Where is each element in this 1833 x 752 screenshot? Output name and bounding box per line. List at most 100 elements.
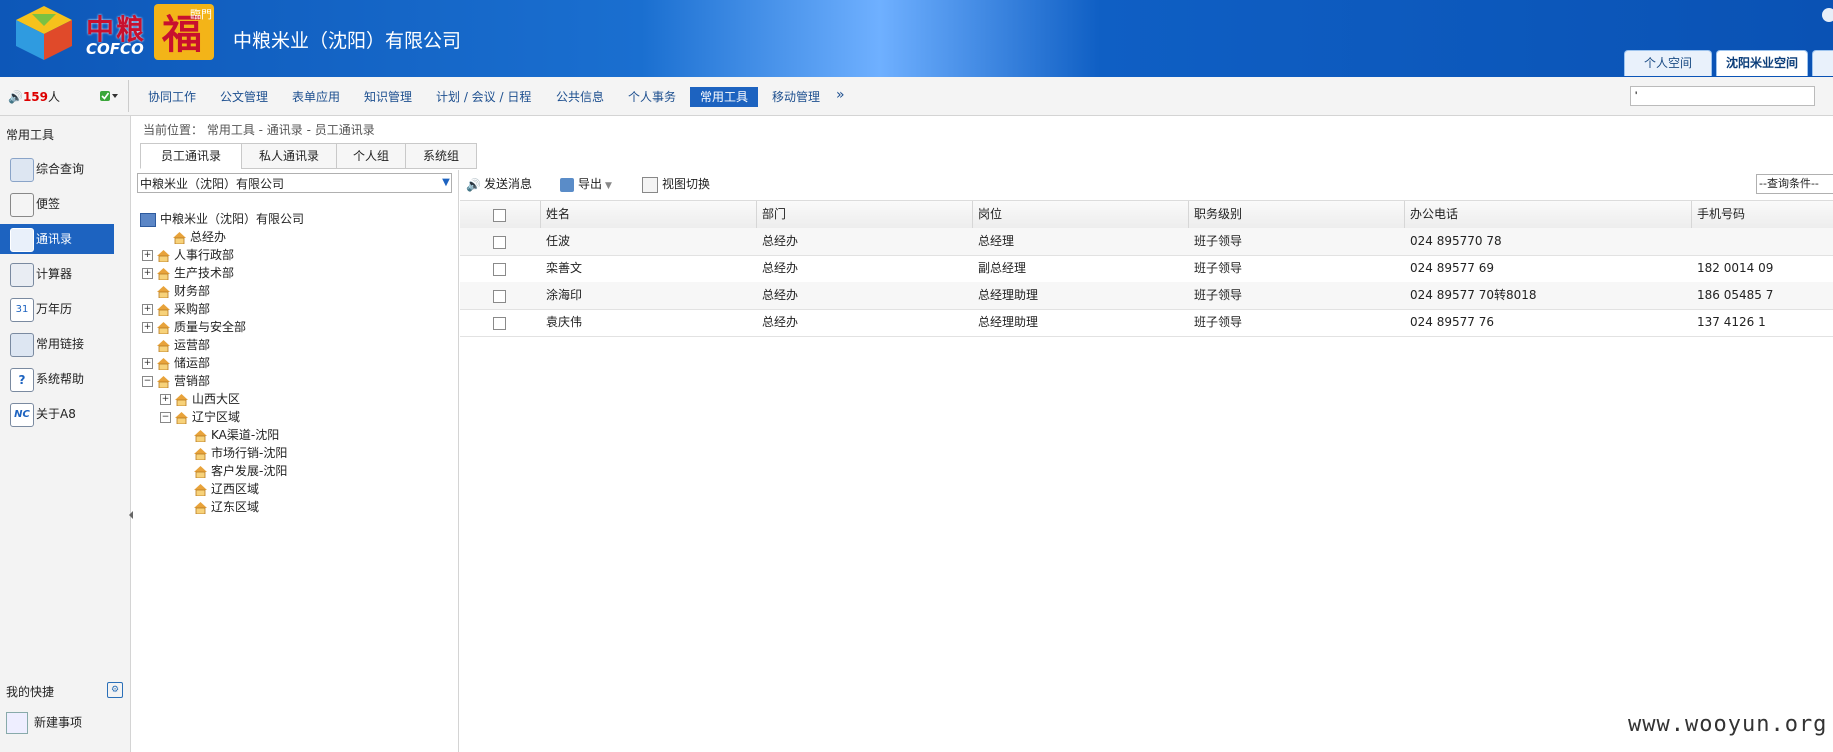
cell-post: 总经理 [978,234,1015,248]
tree-node[interactable]: 运营部 [140,336,304,354]
collapse-icon[interactable]: − [160,412,171,423]
view-switch-button[interactable]: 视图切换 [642,175,710,193]
send-message-button[interactable]: 🔊 发送消息 [466,175,532,192]
col-name[interactable]: 姓名 [540,201,756,228]
quick-new-item[interactable]: 新建事项 [6,712,82,734]
tree-node[interactable]: 辽西区域 [140,480,304,498]
col-level[interactable]: 职务级别 [1188,201,1404,228]
table-row[interactable]: 任波 总经办 总经理 班子领导 024 895770 78 [460,228,1833,256]
col-office-phone[interactable]: 办公电话 [1404,201,1690,228]
nav-item-tools[interactable]: 常用工具 [690,87,759,107]
nav-item-personal[interactable]: 个人事务 [618,87,686,107]
chevron-down-icon[interactable]: ▼ [440,174,452,192]
tree-node[interactable]: 辽东区域 [140,498,304,516]
calendar-icon: 31 [10,298,34,322]
tree-node[interactable]: 总经办 [140,228,304,246]
department-icon [194,465,207,478]
collapse-icon[interactable]: − [142,376,153,387]
sidebar-item-addressbook[interactable]: 通讯录 [0,224,114,254]
sidebar-item-help[interactable]: ? 系统帮助 [0,364,114,394]
expand-icon[interactable]: + [142,322,153,333]
cell-level: 班子领导 [1194,234,1243,248]
cell-post: 总经理助理 [978,288,1039,302]
cell-dept: 总经办 [762,315,799,329]
row-checkbox[interactable] [493,236,506,249]
tree-node[interactable]: + 储运部 [140,354,304,372]
quick-settings-icon[interactable]: ⚙ [107,682,123,698]
addressbook-icon [10,228,34,252]
tab-more[interactable] [1812,50,1833,76]
tree-node[interactable]: − 辽宁区域 [140,408,304,426]
department-icon [157,249,170,262]
sidebar-item-calendar[interactable]: 31 万年历 [0,294,114,324]
tree-node[interactable]: + 生产技术部 [140,264,304,282]
tab-shenyang-space[interactable]: 沈阳米业空间 [1716,50,1808,76]
row-checkbox[interactable] [493,263,506,276]
calculator-icon [10,263,34,287]
department-icon [157,285,170,298]
org-select[interactable]: 中粮米业（沈阳）有限公司 [137,173,452,193]
table-row[interactable]: 涂海印 总经办 总经理助理 班子领导 024 89577 70转8018 186… [460,282,1833,310]
nav-item-forms[interactable]: 表单应用 [282,87,350,107]
status-dropdown-icon[interactable] [100,90,120,102]
sidebar-item-notes[interactable]: 便签 [0,189,114,219]
sidebar-item-about[interactable]: NC 关于A8 [0,399,114,429]
nav-item-knowledge[interactable]: 知识管理 [354,87,422,107]
department-icon [173,231,186,244]
tree-node[interactable]: + 质量与安全部 [140,318,304,336]
expand-icon[interactable]: + [142,250,153,261]
tree-node[interactable]: 客户发展-沈阳 [140,462,304,480]
nav-item-docs[interactable]: 公文管理 [210,87,278,107]
tab-personal-space[interactable]: 个人空间 [1624,50,1712,76]
expand-icon[interactable]: + [160,394,171,405]
tab-private-contacts[interactable]: 私人通讯录 [241,143,337,169]
tree-node[interactable]: 市场行销-沈阳 [140,444,304,462]
expand-icon[interactable]: + [142,358,153,369]
nav-item-public[interactable]: 公共信息 [546,87,614,107]
tree-node[interactable]: 财务部 [140,282,304,300]
nav-more-icon[interactable]: » [836,87,845,103]
department-icon [157,375,170,388]
tree-node[interactable]: KA渠道-沈阳 [140,426,304,444]
expand-icon[interactable]: + [142,268,153,279]
sidebar-collapse-handle[interactable] [128,500,134,530]
table-row[interactable]: 栾善文 总经办 副总经理 班子领导 024 89577 69 182 0014 … [460,255,1833,283]
row-checkbox[interactable] [493,317,506,330]
tree-node[interactable]: + 山西大区 [140,390,304,408]
col-dept[interactable]: 部门 [756,201,972,228]
cell-mobile: 182 0014 09 [1697,261,1774,275]
tab-employee-contacts[interactable]: 员工通讯录 [140,143,242,169]
nav-item-plan[interactable]: 计划 / 会议 / 日程 [426,87,541,107]
expand-icon[interactable]: + [142,304,153,315]
tree-node-root[interactable]: 中粮米业（沈阳）有限公司 [140,210,304,228]
department-icon [157,303,170,316]
tab-system-group[interactable]: 系统组 [405,143,477,169]
breadcrumb: 当前位置： 常用工具 - 通讯录 - 员工通讯录 [143,123,375,137]
cell-level: 班子领导 [1194,315,1243,329]
col-mobile[interactable]: 手机号码 [1691,201,1833,228]
table-row[interactable]: 袁庆伟 总经办 总经理助理 班子领导 024 89577 76 137 4126… [460,309,1833,337]
tree-node[interactable]: − 营销部 [140,372,304,390]
col-post[interactable]: 岗位 [972,201,1188,228]
note-icon [10,193,34,217]
tree-node[interactable]: + 人事行政部 [140,246,304,264]
search-input[interactable] [1630,86,1815,106]
online-users[interactable]: 🔊159人 [8,88,60,105]
tab-personal-group[interactable]: 个人组 [336,143,406,169]
view-switch-icon [642,176,658,193]
export-button[interactable]: 导出 ▼ [560,175,612,192]
sidebar-item-calculator[interactable]: 计算器 [0,259,114,289]
nav-item-collab[interactable]: 协同工作 [138,87,206,107]
cofco-logo-icon [16,6,72,60]
cell-office-phone: 024 89577 69 [1410,261,1494,275]
cell-post: 副总经理 [978,261,1027,275]
tree-node[interactable]: + 采购部 [140,300,304,318]
sidebar-item-links[interactable]: 常用链接 [0,329,114,359]
cell-name: 任波 [546,234,571,248]
query-condition-select[interactable]: --查询条件-- [1756,174,1833,194]
refresh-icon[interactable] [1822,8,1833,22]
nav-item-mobile[interactable]: 移动管理 [762,87,830,107]
row-checkbox[interactable] [493,290,506,303]
sidebar-item-search[interactable]: 综合查询 [0,154,114,184]
select-all-checkbox[interactable] [493,209,506,222]
